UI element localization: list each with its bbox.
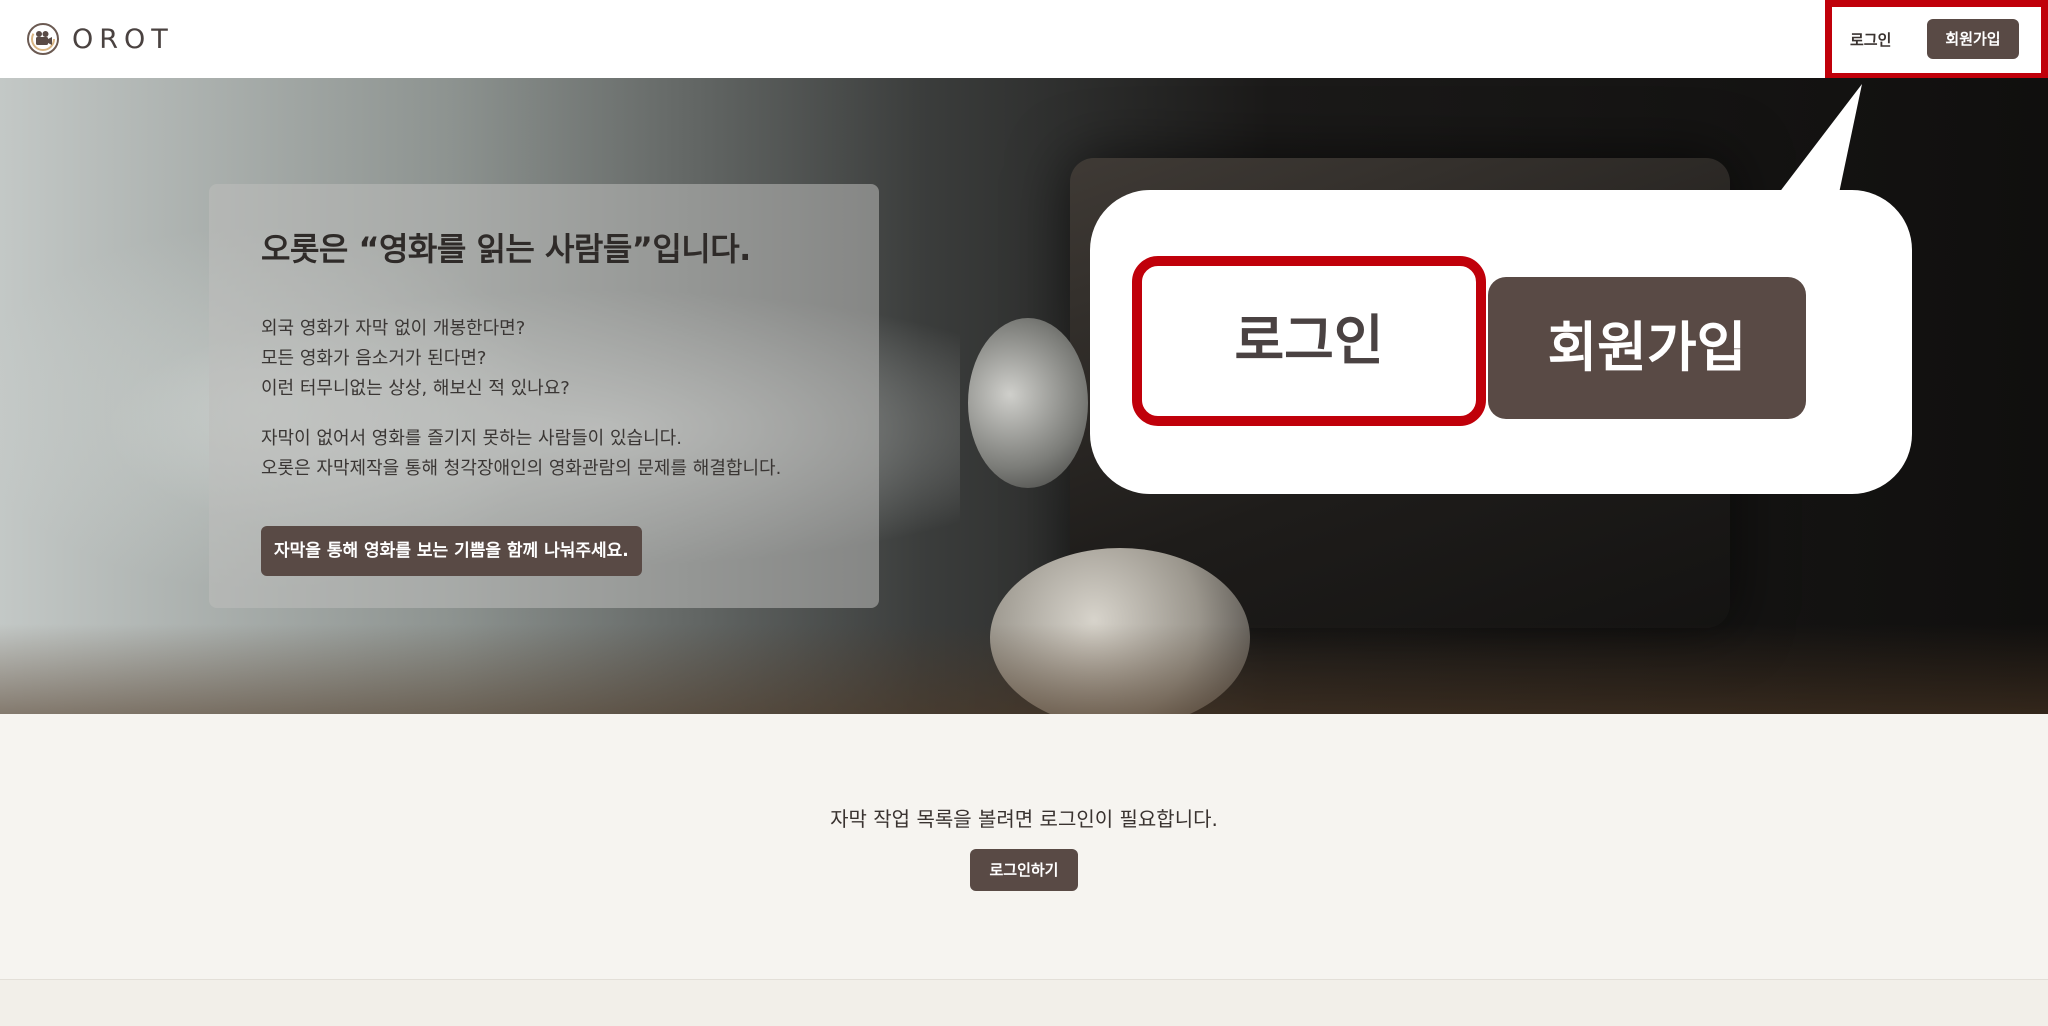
- top-header: OROT 로그인 회원가입: [0, 0, 2048, 80]
- login-required-message: 자막 작업 목록을 볼려면 로그인이 필요합니다.: [830, 807, 1218, 831]
- intro-title: 오롯은 “영화를 읽는 사람들”입니다.: [261, 230, 751, 268]
- share-joy-button[interactable]: 자막을 통해 영화를 보는 기쁨을 함께 나눠주세요.: [261, 526, 642, 576]
- go-login-button[interactable]: 로그인하기: [970, 849, 1078, 891]
- intro-paragraph-1: 외국 영화가 자막 없이 개봉한다면? 모든 영화가 음소거가 된다면? 이런 …: [261, 314, 827, 404]
- projector-lens: [968, 318, 1088, 488]
- callout-login-highlight: [1132, 256, 1486, 426]
- brand-logo[interactable]: OROT: [26, 20, 174, 58]
- nav-highlight-box: [1825, 0, 2048, 80]
- intro-line: 이런 터무니없는 상상, 해보신 적 있나요?: [261, 378, 570, 399]
- intro-panel: 오롯은 “영화를 읽는 사람들”입니다. 외국 영화가 자막 없이 개봉한다면?…: [209, 184, 879, 608]
- intro-line: 모든 영화가 음소거가 된다면?: [261, 348, 487, 369]
- intro-line: 오롯은 자막제작을 통해 청각장애인의 영화관람의 문제를 해결합니다.: [261, 458, 782, 479]
- callout-signup-button: 회원가입: [1488, 277, 1806, 419]
- footer: [0, 979, 2048, 1026]
- zoom-callout: 로그인 회원가입: [1090, 190, 1912, 494]
- intro-paragraph-2: 자막이 없어서 영화를 즐기지 못하는 사람들이 있습니다. 오롯은 자막제작을…: [261, 424, 827, 484]
- brand-name: OROT: [72, 23, 174, 55]
- hero-shade: [0, 624, 2048, 714]
- film-camera-icon: [26, 22, 60, 56]
- intro-line: 외국 영화가 자막 없이 개봉한다면?: [261, 318, 526, 339]
- intro-line: 자막이 없어서 영화를 즐기지 못하는 사람들이 있습니다.: [261, 428, 682, 449]
